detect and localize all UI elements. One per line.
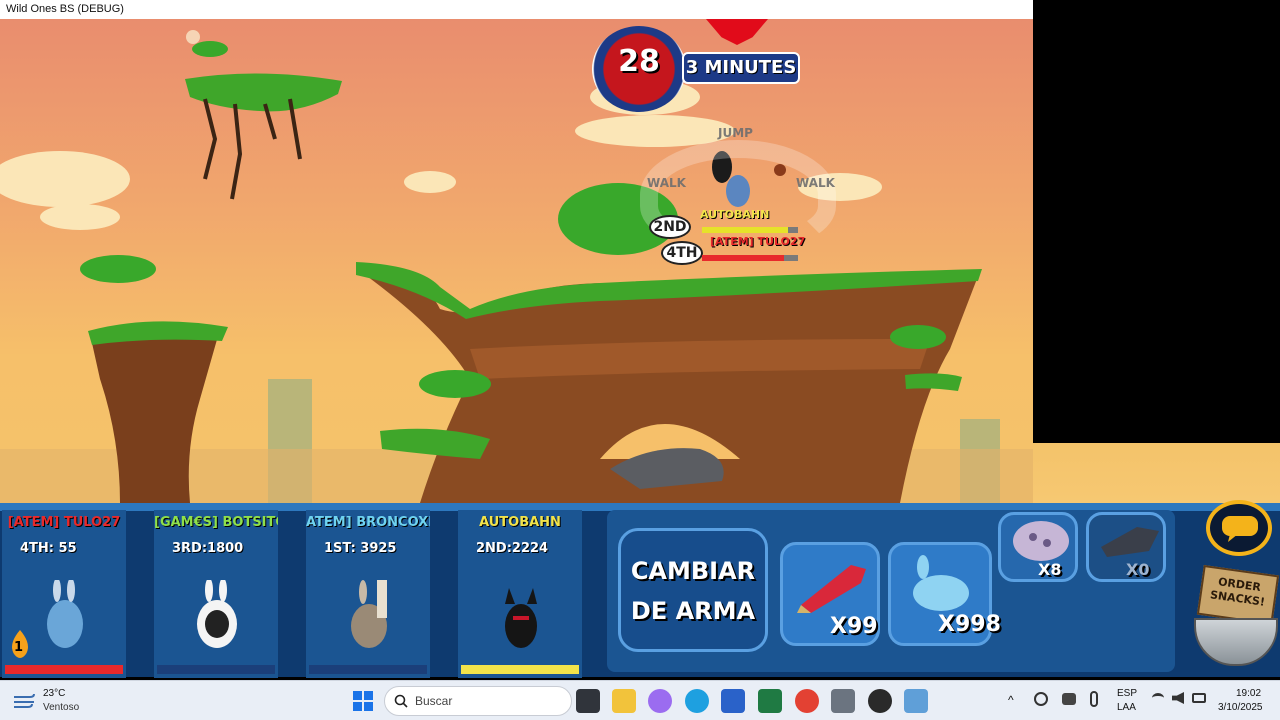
store-icon[interactable] bbox=[721, 689, 745, 713]
player-score: 1ST: 3925 bbox=[324, 541, 397, 556]
wind-weather-icon bbox=[14, 693, 35, 708]
bunny-bomb-count: X998 bbox=[938, 612, 1001, 637]
player-avatar bbox=[351, 580, 387, 648]
player-health-bar bbox=[157, 665, 275, 674]
player-card[interactable]: [GAM€S] BOTSITO 3RD:1800 bbox=[154, 510, 278, 678]
window-title: Wild Ones BS (DEBUG) bbox=[0, 0, 1033, 19]
chat-icon bbox=[1222, 516, 1258, 542]
autobahn-name-tag: AUTOBAHN bbox=[700, 208, 770, 221]
autobahn-health-bar bbox=[702, 227, 798, 233]
search-icon bbox=[394, 694, 408, 708]
stage-extension bbox=[1033, 443, 1280, 503]
timer-minutes-label: 3 MINUTES bbox=[682, 52, 800, 84]
player-name: AUTOBAHN bbox=[479, 515, 561, 530]
player-card[interactable]: ATEM] BRONCOXD1 1ST: 3925 bbox=[306, 510, 430, 678]
player-card[interactable]: [ATEM] TULO27 4TH: 55 1 bbox=[2, 510, 126, 678]
wifi-icon[interactable] bbox=[1152, 693, 1164, 703]
edge-icon[interactable] bbox=[685, 689, 709, 713]
task-view-icon[interactable] bbox=[576, 689, 600, 713]
player-name: ATEM] BRONCOXD1 bbox=[306, 515, 430, 530]
file-explorer-icon[interactable] bbox=[612, 689, 636, 713]
volume-icon[interactable] bbox=[1172, 692, 1184, 704]
onedrive-icon[interactable] bbox=[1062, 693, 1076, 705]
chat-button[interactable] bbox=[1206, 500, 1272, 556]
player-health-fill bbox=[5, 665, 123, 674]
clock-time[interactable]: 19:02 bbox=[1236, 688, 1261, 699]
hanging-roots bbox=[203, 98, 302, 200]
wild-ones-icon[interactable] bbox=[904, 689, 928, 713]
weather-description[interactable]: Ventoso bbox=[43, 702, 79, 713]
tulo-name-tag: [ATEM] TULO27 bbox=[710, 235, 806, 248]
microphone-icon[interactable] bbox=[1090, 691, 1098, 707]
windows-taskbar: 23°C Ventoso Buscar ^ ESP LAA 19:02 3/10… bbox=[0, 680, 1280, 720]
palm-tree bbox=[80, 255, 156, 283]
chevron-up-icon[interactable]: ^ bbox=[1008, 693, 1014, 707]
bunny-bomb-icon bbox=[913, 555, 969, 611]
player-health-bar bbox=[5, 665, 123, 674]
cloud bbox=[0, 151, 130, 207]
chrome-icon[interactable] bbox=[795, 689, 819, 713]
player-avatar bbox=[197, 580, 237, 648]
player-score: 4TH: 55 bbox=[20, 541, 77, 556]
change-weapon-button[interactable]: CAMBIAR DE ARMA bbox=[618, 528, 768, 652]
player-avatar bbox=[505, 588, 537, 648]
player-name: [GAM€S] BOTSITO bbox=[154, 515, 278, 530]
weather-temperature[interactable]: 23°C bbox=[43, 688, 65, 699]
tulo-health-fill bbox=[702, 255, 784, 261]
timer-seconds: 28 bbox=[618, 44, 660, 79]
spiked-ball-icon bbox=[1013, 521, 1069, 561]
walk-right-button[interactable]: WALK bbox=[796, 176, 835, 190]
tulo-health-bar bbox=[702, 255, 798, 261]
palm-tree bbox=[890, 325, 946, 349]
player-health-bar bbox=[309, 665, 427, 674]
scenery bbox=[0, 30, 1033, 503]
palm-tree bbox=[192, 41, 228, 57]
game-stage[interactable]: JUMP WALK WALK 2ND 4TH AUTOBAHN [ATEM] T… bbox=[0, 19, 1033, 503]
clock-date[interactable]: 3/10/2025 bbox=[1218, 702, 1263, 713]
windows-start-icon[interactable] bbox=[351, 689, 375, 713]
player-score: 3RD:1800 bbox=[172, 541, 244, 556]
jet-gun-count: X0 bbox=[1126, 560, 1150, 579]
player-score: 2ND:2224 bbox=[476, 541, 549, 556]
supply-crate bbox=[186, 30, 200, 44]
language-indicator[interactable]: ESP bbox=[1117, 688, 1137, 699]
player-card[interactable]: AUTOBAHN 2ND:2224 bbox=[458, 510, 582, 678]
jet-gun-icon bbox=[1101, 527, 1159, 557]
player-name: [ATEM] TULO27 bbox=[7, 515, 121, 530]
right-ledge bbox=[905, 373, 962, 391]
app-icon[interactable] bbox=[868, 689, 892, 713]
empty-black-area bbox=[1033, 0, 1280, 443]
cloud bbox=[40, 204, 120, 230]
rank-badge-4th: 4TH bbox=[661, 241, 703, 265]
cloud bbox=[404, 171, 456, 193]
rocket-count: X99 bbox=[830, 614, 878, 639]
sync-icon[interactable] bbox=[1034, 692, 1048, 706]
palm-tree bbox=[419, 370, 491, 398]
taskbar-search-input[interactable]: Buscar bbox=[384, 686, 572, 716]
excel-icon[interactable] bbox=[758, 689, 782, 713]
jump-button[interactable]: JUMP bbox=[718, 126, 753, 140]
spiked-ball-count: X8 bbox=[1038, 560, 1062, 579]
turn-order-badge: 1 bbox=[14, 640, 24, 655]
rank-badge-2nd: 2ND bbox=[649, 215, 691, 239]
calculator-icon[interactable] bbox=[831, 689, 855, 713]
order-snacks-sign[interactable]: ORDER SNACKS! bbox=[1196, 564, 1280, 626]
rocket-icon bbox=[797, 565, 866, 613]
keyboard-layout[interactable]: LAA bbox=[1117, 702, 1136, 713]
player-health-fill bbox=[309, 665, 427, 674]
autobahn-health-fill bbox=[702, 227, 789, 233]
copilot-icon[interactable] bbox=[648, 689, 672, 713]
battery-icon[interactable] bbox=[1192, 693, 1206, 703]
walk-left-button[interactable]: WALK bbox=[647, 176, 686, 190]
turn-timer: 28 3 MINUTES bbox=[592, 26, 807, 112]
player-avatar bbox=[47, 580, 83, 648]
player-health-bar bbox=[461, 665, 579, 674]
player-health-fill bbox=[157, 665, 275, 674]
player-health-fill bbox=[461, 665, 579, 674]
